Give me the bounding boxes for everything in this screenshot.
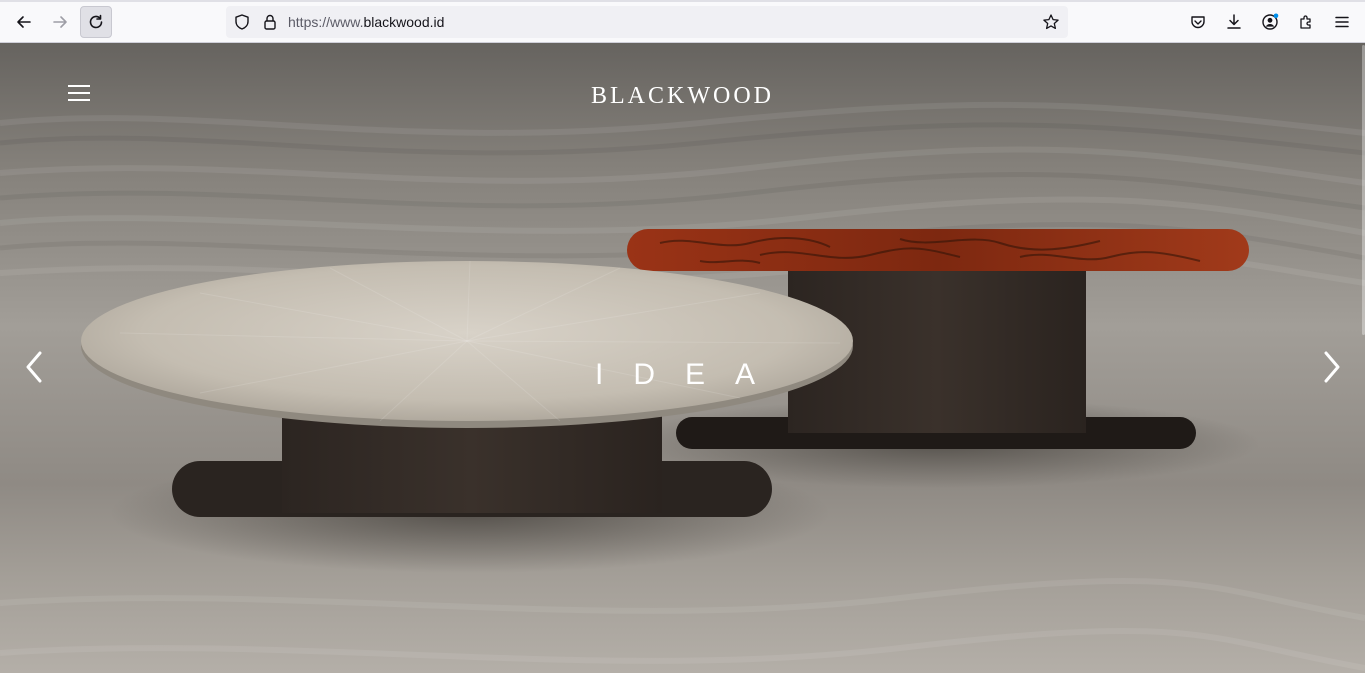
download-icon	[1227, 14, 1241, 29]
menu-line	[68, 99, 90, 101]
account-button[interactable]	[1254, 6, 1286, 38]
site-logo[interactable]: BLACKWOOD	[560, 83, 805, 110]
account-icon	[1262, 13, 1279, 30]
forward-icon	[53, 16, 67, 28]
hero-slider: BLACKWOOD IDEA	[0, 43, 1365, 673]
address-bar[interactable]: https://www.blackwood.id	[226, 6, 1068, 38]
downloads-button[interactable]	[1218, 6, 1250, 38]
pocket-button[interactable]	[1182, 6, 1214, 38]
pocket-icon	[1191, 16, 1205, 29]
bookmark-star-icon[interactable]	[1042, 13, 1060, 31]
extensions-button[interactable]	[1290, 6, 1322, 38]
lock-icon[interactable]	[261, 13, 279, 31]
forward-button[interactable]	[44, 6, 76, 38]
menu-line	[68, 85, 90, 87]
extensions-icon	[1300, 15, 1311, 29]
reload-button[interactable]	[80, 6, 112, 38]
tab-strip-edge	[0, 0, 1365, 2]
back-icon	[17, 16, 31, 28]
page-scrollbar[interactable]	[1361, 43, 1365, 673]
url-text[interactable]: https://www.blackwood.id	[288, 14, 444, 30]
hamburger-menu-button[interactable]	[68, 85, 90, 105]
back-button[interactable]	[8, 6, 40, 38]
reload-icon	[89, 14, 103, 29]
previous-slide-arrow-icon[interactable]	[20, 349, 48, 385]
app-menu-icon	[1335, 16, 1349, 28]
slide-headline: IDEA	[594, 358, 786, 391]
menu-line	[68, 92, 90, 94]
shield-icon[interactable]	[233, 13, 251, 31]
red-table-top	[627, 229, 1249, 271]
app-menu-button[interactable]	[1326, 6, 1358, 38]
next-slide-arrow-icon[interactable]	[1318, 349, 1346, 385]
browser-toolbar: https://www.blackwood.id	[0, 0, 1365, 43]
